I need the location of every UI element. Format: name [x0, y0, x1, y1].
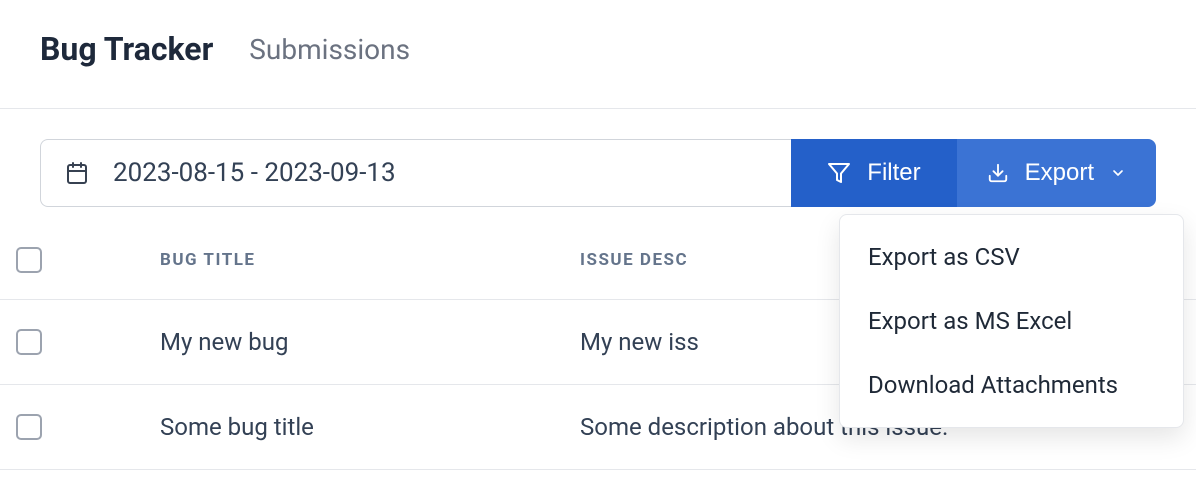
header: Bug Tracker Submissions [0, 0, 1196, 109]
download-attachments-item[interactable]: Download Attachments [840, 353, 1183, 417]
cell-bug-title: Some bug title [60, 413, 580, 441]
filter-button[interactable]: Filter [791, 139, 956, 207]
filter-label: Filter [867, 159, 920, 187]
export-label: Export [1025, 159, 1094, 187]
row-checkbox[interactable] [16, 329, 42, 355]
export-csv-item[interactable]: Export as CSV [840, 225, 1183, 289]
cell-bug-title: My new bug [60, 328, 580, 356]
row-checkbox[interactable] [16, 414, 42, 440]
app-title: Bug Tracker [40, 30, 213, 68]
filter-icon [827, 161, 851, 185]
date-range-input[interactable]: 2023-08-15 - 2023-09-13 [40, 139, 791, 207]
select-all-checkbox[interactable] [16, 247, 42, 273]
toolbar: 2023-08-15 - 2023-09-13 Filter Export Ex… [0, 109, 1196, 207]
tab-submissions[interactable]: Submissions [249, 33, 410, 66]
download-icon [987, 162, 1009, 184]
export-excel-item[interactable]: Export as MS Excel [840, 289, 1183, 353]
date-range-text: 2023-08-15 - 2023-09-13 [113, 158, 396, 188]
chevron-down-icon [1110, 165, 1126, 181]
column-bug-title: Bug Title [60, 250, 580, 270]
export-dropdown: Export as CSV Export as MS Excel Downloa… [839, 214, 1184, 428]
export-button[interactable]: Export [957, 139, 1156, 207]
calendar-icon [65, 161, 89, 185]
